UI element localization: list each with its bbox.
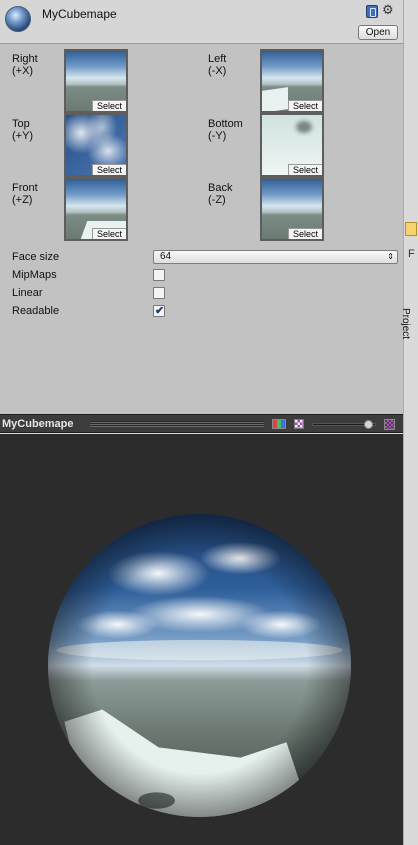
face-name: Back xyxy=(208,182,233,194)
tab-project-label: Project xyxy=(400,307,412,340)
help-icon[interactable] xyxy=(366,5,378,18)
select-button-left[interactable]: Select xyxy=(288,100,322,111)
mip-level-slider[interactable] xyxy=(312,420,376,429)
preview-area[interactable] xyxy=(0,434,403,845)
face-slot-right[interactable]: Select xyxy=(64,49,128,113)
face-label-back: Back (-Z) xyxy=(208,182,232,206)
mipmaps-label: MipMaps xyxy=(12,269,57,281)
face-label-top: Top (+Y) xyxy=(12,118,33,142)
face-size-value: 64 xyxy=(160,251,172,262)
face-label-left: Left (-X) xyxy=(208,53,226,77)
dropdown-arrows-icon: ⇕ xyxy=(387,252,394,261)
face-axis: (+X) xyxy=(12,65,34,77)
face-label-right: Right (+X) xyxy=(12,53,38,77)
select-button-top[interactable]: Select xyxy=(92,164,126,175)
mip-level-icon xyxy=(384,419,395,430)
face-slot-left[interactable]: Select xyxy=(260,49,324,113)
adjacent-window-edge xyxy=(403,0,418,845)
preview-sphere xyxy=(48,514,351,817)
face-name: Right xyxy=(12,53,38,65)
preview-title: MyCubemape xyxy=(2,418,74,430)
ground-patch xyxy=(262,87,288,111)
readable-label: Readable xyxy=(12,305,60,317)
readable-checkbox[interactable]: ✔ xyxy=(153,305,165,317)
open-button[interactable]: Open xyxy=(358,25,398,40)
shadow-blob xyxy=(296,121,312,133)
select-button-bottom[interactable]: Select xyxy=(288,164,322,175)
face-slot-bottom[interactable]: Select xyxy=(260,113,324,177)
face-axis: (-Z) xyxy=(208,194,226,206)
face-label-bottom: Bottom (-Y) xyxy=(208,118,243,142)
face-name: Bottom xyxy=(208,118,243,130)
preview-drag-handle[interactable] xyxy=(90,421,264,427)
select-button-front[interactable]: Select xyxy=(92,228,126,239)
select-button-back[interactable]: Select xyxy=(288,228,322,239)
linear-checkbox[interactable] xyxy=(153,287,165,299)
face-slot-front[interactable]: Select xyxy=(64,177,128,241)
linear-label: Linear xyxy=(12,287,43,299)
pencil-icon[interactable] xyxy=(405,222,417,236)
face-size-dropdown[interactable]: 64 ⇕ xyxy=(153,250,398,264)
alpha-channel-icon[interactable] xyxy=(294,419,304,429)
cubemap-asset-icon xyxy=(5,6,31,32)
face-axis: (-X) xyxy=(208,65,227,77)
preview-toolbar: MyCubemape xyxy=(0,414,403,433)
face-name: Front xyxy=(12,182,38,194)
mip-level-slider-thumb[interactable] xyxy=(364,420,373,429)
inspector-panel: MyCubemape ⚙ Open Right (+X) Select Left… xyxy=(0,0,403,414)
face-slot-top[interactable]: Select xyxy=(64,113,128,177)
face-slot-back[interactable]: Select xyxy=(260,177,324,241)
adjacent-window-text: F xyxy=(408,248,415,260)
tab-project[interactable]: Project xyxy=(400,298,418,354)
checkmark-icon: ✔ xyxy=(155,305,165,317)
inspector-header: MyCubemape ⚙ Open xyxy=(0,0,403,44)
select-button-right[interactable]: Select xyxy=(92,100,126,111)
rgb-channel-icon[interactable] xyxy=(272,419,286,429)
asset-title: MyCubemape xyxy=(42,7,117,21)
gear-icon[interactable]: ⚙ xyxy=(382,2,394,18)
face-axis: (-Y) xyxy=(208,130,227,142)
face-axis: (+Z) xyxy=(12,194,33,206)
mipmaps-checkbox[interactable] xyxy=(153,269,165,281)
face-size-label: Face size xyxy=(12,251,60,263)
face-label-front: Front (+Z) xyxy=(12,182,38,206)
face-name: Left xyxy=(208,53,227,65)
face-axis: (+Y) xyxy=(12,130,34,142)
face-name: Top xyxy=(12,118,30,130)
